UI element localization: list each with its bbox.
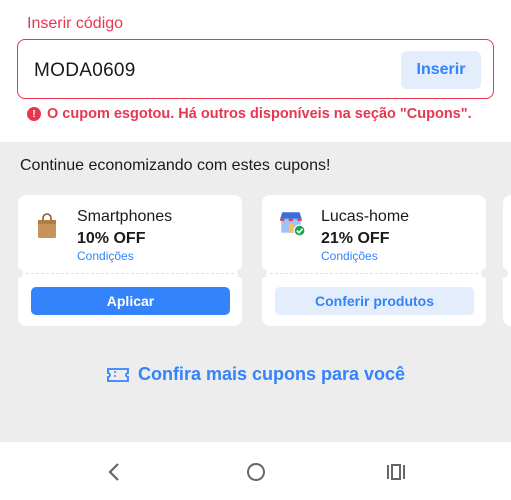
card-notch — [237, 268, 247, 278]
code-input[interactable]: MODA0609 Inserir — [17, 39, 494, 99]
store-verified-icon — [280, 212, 306, 237]
card-notch — [498, 268, 508, 278]
ticket-icon — [107, 367, 129, 382]
divider — [26, 273, 234, 274]
coupon-name: Smartphones — [77, 208, 173, 225]
divider — [270, 273, 478, 274]
error-text: O cupom esgotou. Há outros disponíveis n… — [47, 106, 472, 122]
coupon-discount: 21% OFF — [321, 230, 390, 247]
coupon-card: Lucas-home 21% OFF Condições Conferir pr… — [257, 195, 491, 326]
coupons-section: Continue economizando com estes cupons! … — [0, 142, 511, 442]
more-coupons-link[interactable]: Confira mais cupons para você — [0, 364, 511, 385]
coupon-card-partial[interactable] — [498, 195, 511, 326]
error-message: ! O cupom esgotou. Há outros disponíveis… — [27, 106, 472, 122]
code-input-value[interactable]: MODA0609 — [34, 60, 136, 82]
view-products-button[interactable]: Conferir produtos — [275, 287, 474, 315]
system-navbar — [0, 442, 511, 500]
coupon-card: Smartphones 10% OFF Condições Aplicar — [13, 195, 247, 326]
apply-button[interactable]: Aplicar — [31, 287, 230, 315]
recent-apps-icon[interactable] — [384, 460, 408, 484]
insert-button[interactable]: Inserir — [401, 51, 481, 89]
coupon-conditions-link[interactable]: Condições — [321, 249, 378, 263]
more-coupons-text[interactable]: Confira mais cupons para você — [138, 364, 405, 385]
coupon-conditions-link[interactable]: Condições — [77, 249, 134, 263]
code-label: Inserir código — [27, 15, 124, 32]
card-notch — [481, 268, 491, 278]
card-notch — [257, 268, 267, 278]
code-section: Inserir código MODA0609 Inserir ! O cupo… — [0, 0, 511, 142]
home-icon[interactable] — [244, 460, 268, 484]
section-title: Continue economizando com estes cupons! — [20, 157, 331, 174]
back-icon[interactable] — [103, 460, 127, 484]
card-notch — [13, 268, 23, 278]
coupon-discount: 10% OFF — [77, 230, 146, 247]
shopping-bag-icon — [38, 213, 56, 238]
error-icon: ! — [27, 107, 41, 121]
coupon-name: Lucas-home — [321, 208, 410, 225]
